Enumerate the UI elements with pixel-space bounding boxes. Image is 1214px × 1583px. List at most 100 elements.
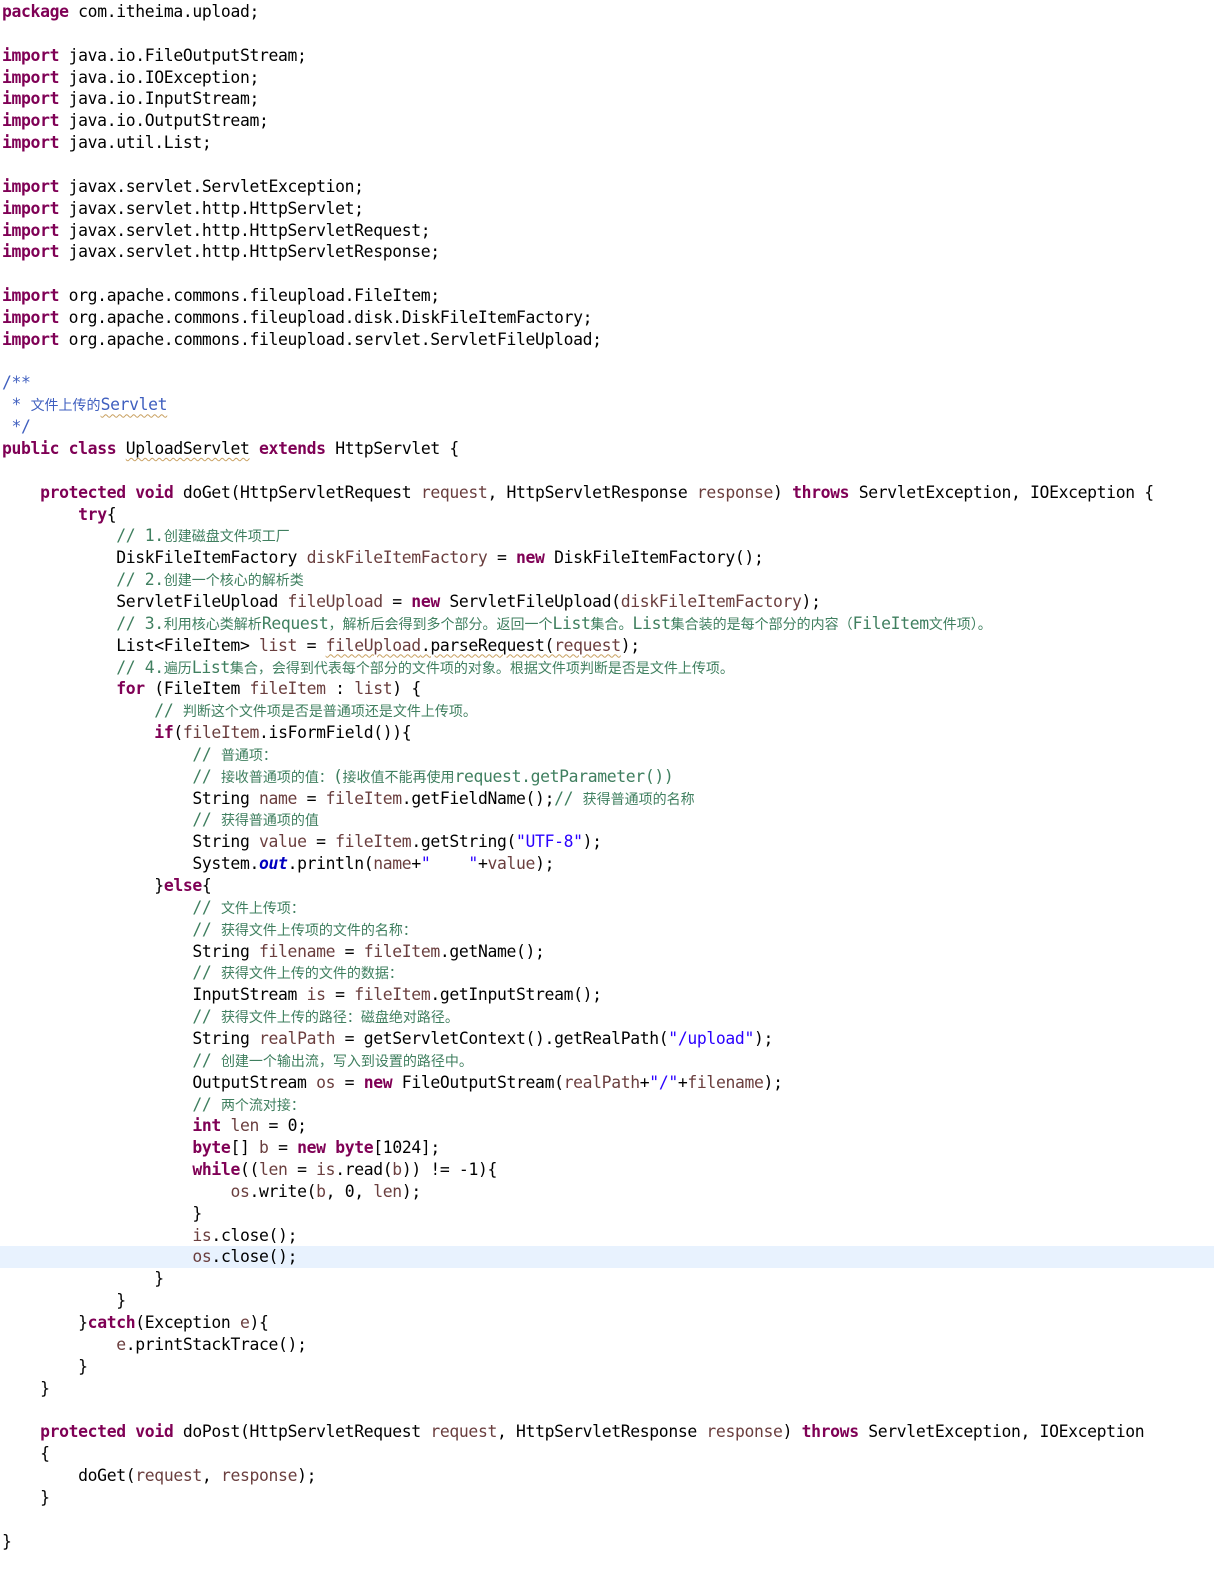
code-line[interactable]: String name = fileItem.getFieldName();//… — [0, 788, 1214, 810]
code-line[interactable]: os.write(b, 0, len); — [0, 1181, 1214, 1203]
comment: 集合。 — [590, 616, 633, 633]
code-line[interactable]: try{ — [0, 504, 1214, 526]
code-line[interactable]: } — [0, 1268, 1214, 1290]
variable: fileItem — [363, 941, 441, 961]
code-line[interactable]: System.out.println(name+" "+value); — [0, 853, 1214, 875]
code-line[interactable]: } — [0, 1203, 1214, 1225]
code-line[interactable] — [0, 23, 1214, 45]
code-line[interactable]: String value = fileItem.getString("UTF-8… — [0, 831, 1214, 853]
code-line[interactable]: // 获得文件上传项的文件的名称： — [0, 919, 1214, 941]
code-line[interactable]: } — [0, 1356, 1214, 1378]
code-line[interactable]: // 1.创建磁盘文件项工厂 — [0, 525, 1214, 547]
code-line[interactable]: } — [0, 1487, 1214, 1509]
code-text: ); — [753, 1028, 774, 1048]
string-literal: "UTF-8" — [516, 832, 583, 852]
code-line[interactable]: import java.io.FileOutputStream; — [0, 45, 1214, 67]
code-line[interactable]: /** — [0, 372, 1214, 394]
code-line[interactable]: // 普通项： — [0, 744, 1214, 766]
code-line[interactable]: import org.apache.commons.fileupload.Fil… — [0, 285, 1214, 307]
code-line[interactable]: int len = 0; — [0, 1115, 1214, 1137]
code-line[interactable] — [0, 1399, 1214, 1421]
string-literal: " " — [420, 854, 478, 874]
code-line[interactable]: }else{ — [0, 875, 1214, 897]
code-text: ( — [173, 723, 183, 743]
keyword: void — [135, 482, 174, 502]
code-line[interactable]: // 4.遍历List集合，会得到代表每个部分的文件项的对象。根据文件项判断是否… — [0, 657, 1214, 679]
code-line[interactable]: String filename = fileItem.getName(); — [0, 941, 1214, 963]
code-line[interactable]: // 获得文件上传的路径：磁盘绝对路径。 — [0, 1006, 1214, 1028]
code-editor[interactable]: package com.itheima.upload; import java.i… — [0, 0, 1214, 1583]
code-line[interactable]: */ — [0, 416, 1214, 438]
code-line[interactable] — [0, 154, 1214, 176]
code-line[interactable]: import org.apache.commons.fileupload.dis… — [0, 307, 1214, 329]
code-line[interactable]: InputStream is = fileItem.getInputStream… — [0, 984, 1214, 1006]
code-text: InputStream — [2, 985, 307, 1005]
code-line[interactable]: import javax.servlet.ServletException; — [0, 176, 1214, 198]
comment: 两个流对接： — [220, 1097, 305, 1114]
code-line[interactable]: os.close(); — [0, 1246, 1214, 1269]
code-line[interactable] — [0, 1509, 1214, 1531]
code-line[interactable]: OutputStream os = new FileOutputStream(r… — [0, 1072, 1214, 1094]
keyword: public — [2, 439, 60, 458]
code-line[interactable]: * 文件上传的Servlet — [0, 394, 1214, 416]
code-line[interactable]: // 文件上传项： — [0, 897, 1214, 919]
code-line[interactable]: // 3.利用核心类解析Request，解析后会得到多个部分。返回一个List集… — [0, 613, 1214, 635]
code-line[interactable]: { — [0, 1443, 1214, 1465]
comment: 获得普通项的名称 — [582, 791, 695, 808]
code-text: ){ — [249, 1313, 269, 1332]
code-line[interactable]: import java.io.InputStream; — [0, 88, 1214, 110]
comment: 创建磁盘文件项工厂 — [163, 529, 290, 546]
code-line[interactable] — [0, 351, 1214, 373]
code-line[interactable]: e.printStackTrace(); — [0, 1334, 1214, 1356]
code-line[interactable]: // 2.创建一个核心的解析类 — [0, 569, 1214, 591]
code-line[interactable] — [0, 263, 1214, 285]
code-line[interactable]: List<FileItem> list = fileUpload.parseRe… — [0, 635, 1214, 657]
code-line[interactable]: // 判断这个文件项是否是普通项还是文件上传项。 — [0, 700, 1214, 722]
code-line[interactable]: protected void doGet(HttpServletRequest … — [0, 482, 1214, 504]
code-line[interactable]: while((len = is.read(b)) != -1){ — [0, 1159, 1214, 1181]
code-line[interactable]: DiskFileItemFactory diskFileItemFactory … — [0, 547, 1214, 569]
code-line[interactable]: import java.util.List; — [0, 132, 1214, 154]
code-line[interactable]: for (FileItem fileItem : list) { — [0, 678, 1214, 700]
comment: // 1. — [116, 526, 164, 546]
code-line[interactable]: import java.io.IOException; — [0, 67, 1214, 89]
code-line[interactable] — [0, 460, 1214, 482]
code-line[interactable]: import java.io.OutputStream; — [0, 110, 1214, 132]
code-line[interactable]: // 创建一个输出流，写入到设置的路径中。 — [0, 1050, 1214, 1072]
code-line[interactable]: // 两个流对接： — [0, 1094, 1214, 1116]
code-text: = — [382, 591, 412, 611]
code-line[interactable]: import javax.servlet.http.HttpServletRes… — [0, 241, 1214, 263]
code-line[interactable]: // 获得文件上传的文件的数据： — [0, 962, 1214, 984]
code-line[interactable]: // 接收普通项的值：(接收值不能再使用request.getParameter… — [0, 766, 1214, 788]
code-line[interactable]: import javax.servlet.http.HttpServletReq… — [0, 220, 1214, 242]
code-text: } — [2, 1378, 50, 1398]
variable: name — [373, 854, 412, 874]
comment: // — [154, 701, 183, 721]
comment: 普通项： — [220, 747, 277, 764]
comment: 利用核心类解析 — [163, 616, 262, 633]
code-text: java.io.InputStream; — [59, 89, 260, 109]
code-line[interactable]: // 获得普通项的值 — [0, 809, 1214, 831]
code-line[interactable]: package com.itheima.upload; — [0, 1, 1214, 23]
code-text: } — [2, 1291, 126, 1311]
code-line[interactable]: } — [0, 1531, 1214, 1553]
code-line[interactable]: } — [0, 1378, 1214, 1400]
code-line[interactable]: byte[] b = new byte[1024]; — [0, 1137, 1214, 1159]
code-line[interactable]: is.close(); — [0, 1225, 1214, 1247]
code-line[interactable]: if(fileItem.isFormField()){ — [0, 722, 1214, 744]
code-line[interactable]: public class UploadServlet extends HttpS… — [0, 438, 1214, 460]
code-line[interactable]: }catch(Exception e){ — [0, 1312, 1214, 1334]
code-line[interactable]: ServletFileUpload fileUpload = new Servl… — [0, 591, 1214, 613]
code-line[interactable]: protected void doPost(HttpServletRequest… — [0, 1421, 1214, 1443]
code-line[interactable]: String realPath = getServletContext().ge… — [0, 1028, 1214, 1050]
code-line[interactable]: import org.apache.commons.fileupload.ser… — [0, 329, 1214, 351]
code-text: .parseRequest( — [420, 635, 555, 655]
code-line[interactable]: doGet(request, response); — [0, 1465, 1214, 1487]
comment: Request — [261, 613, 329, 633]
code-line[interactable]: import javax.servlet.http.HttpServlet; — [0, 198, 1214, 220]
keyword: catch — [87, 1313, 136, 1332]
code-line[interactable]: } — [0, 1290, 1214, 1312]
